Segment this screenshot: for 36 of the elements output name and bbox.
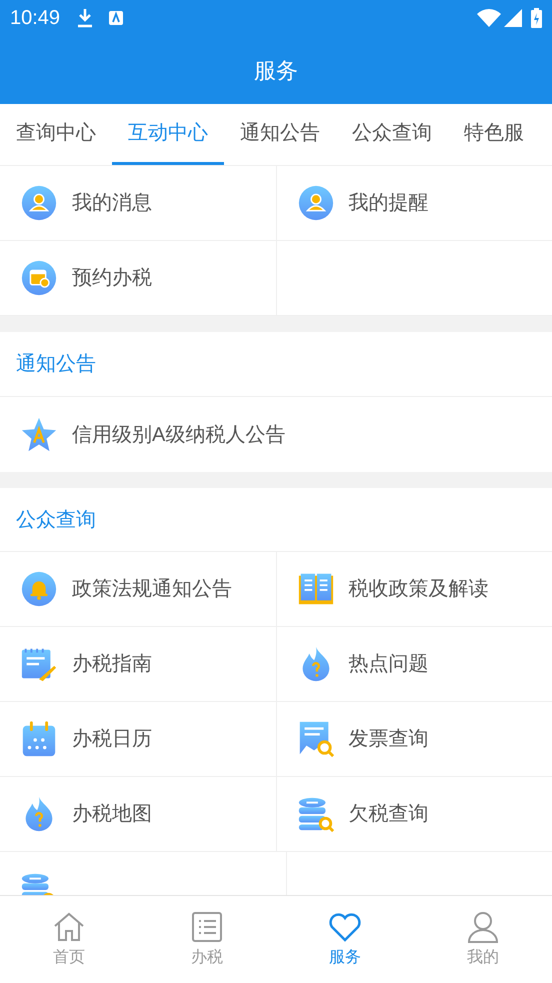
nav-tab[interactable]: 服务 (276, 896, 414, 983)
user-icon (20, 184, 58, 222)
download-icon (76, 8, 94, 28)
user-icon (296, 184, 334, 222)
list-icon (190, 910, 224, 944)
battery-icon (531, 8, 542, 28)
tab[interactable]: 特色服 (448, 104, 540, 165)
calendar-icon (20, 720, 58, 758)
status-time: 10:49 (10, 6, 60, 31)
service-item[interactable]: 政策法规通知公告 (0, 552, 276, 626)
service-item[interactable]: 我的提醒 (276, 166, 552, 240)
star-icon (20, 416, 58, 454)
wifi-icon (477, 9, 501, 27)
service-item[interactable]: 欠税查询 (276, 777, 552, 851)
service-item[interactable]: 办税地图 (0, 777, 276, 851)
tab[interactable]: 公众查询 (336, 104, 448, 165)
service-item[interactable]: 发票查询 (276, 702, 552, 776)
tab[interactable]: 互动中心 (112, 104, 224, 165)
bell-icon (20, 570, 58, 608)
tab[interactable]: 通知公告 (224, 104, 336, 165)
tab[interactable]: 查询中心 (0, 104, 112, 165)
user-icon (466, 910, 500, 944)
section-title: 公众查询 (16, 508, 96, 532)
service-item[interactable]: 热点问题 (276, 627, 552, 701)
service-item[interactable]: 预约办税 (0, 241, 276, 315)
signal-icon (504, 9, 522, 27)
notice-item[interactable]: 信用级别A级纳税人公告 (0, 397, 552, 472)
calendar-icon (20, 259, 58, 297)
database-search-icon (296, 795, 334, 833)
service-item[interactable]: 办税日历 (0, 702, 276, 776)
section-title: 通知公告 (16, 352, 96, 377)
service-item[interactable]: 税收政策及解读 (276, 552, 552, 626)
app-notification-icon (108, 10, 124, 26)
page-title: 服务 (254, 56, 298, 84)
service-item[interactable]: 我的消息 (0, 166, 276, 240)
service-item[interactable]: 办税指南 (0, 627, 276, 701)
